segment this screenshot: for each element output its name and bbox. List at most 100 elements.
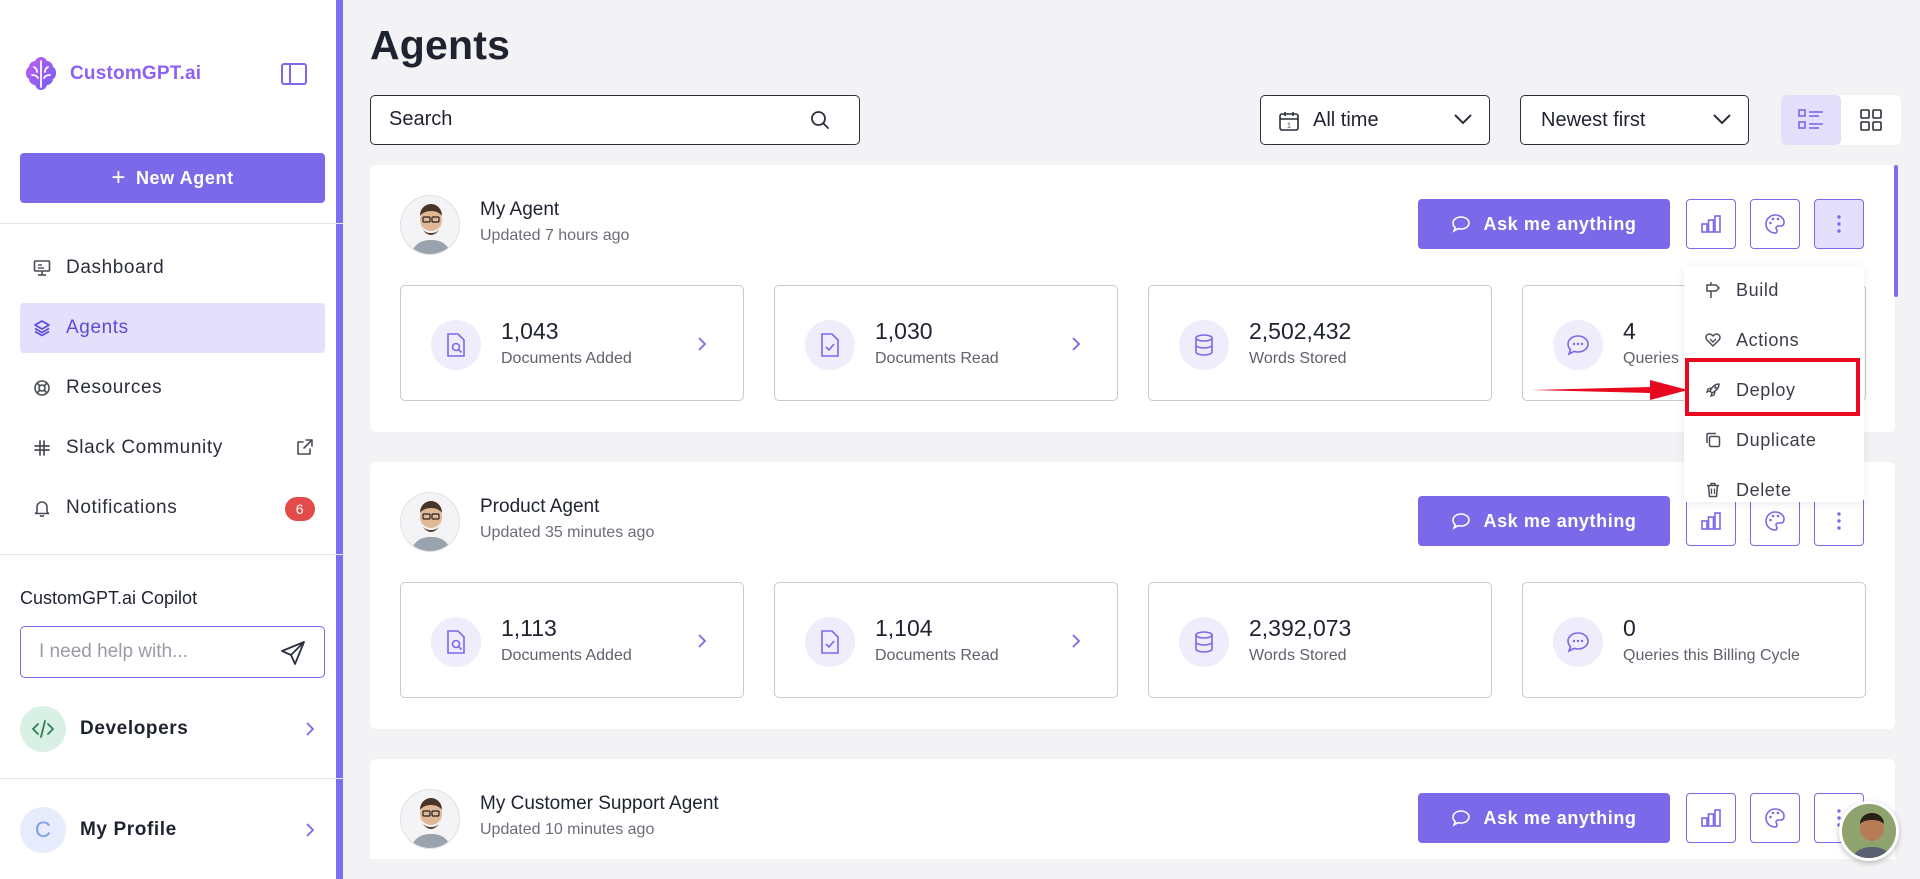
- copilot-input-box: [20, 626, 325, 678]
- stat-documents-added[interactable]: 1,113 Documents Added: [400, 582, 744, 698]
- view-toggle: [1781, 95, 1901, 145]
- menu-item-label: Actions: [1736, 329, 1800, 350]
- developers-label: Developers: [80, 718, 189, 739]
- menu-item-delete[interactable]: Delete: [1684, 465, 1864, 515]
- grid-view-button[interactable]: [1841, 95, 1901, 145]
- chevron-right-icon: [1072, 337, 1081, 351]
- agent-card: My Customer Support Agent Updated 10 min…: [370, 759, 1895, 859]
- stat-value: 1,113: [501, 615, 557, 641]
- red-arrow-annotation: [1532, 380, 1688, 400]
- stat-value: 4: [1623, 318, 1636, 344]
- stat-label: Words Stored: [1249, 350, 1347, 367]
- sort-select[interactable]: Newest first: [1520, 95, 1749, 145]
- my-profile-link[interactable]: C My Profile: [20, 805, 325, 855]
- analytics-button[interactable]: [1686, 199, 1736, 249]
- sidebar-collapse-icon[interactable]: [280, 62, 308, 86]
- stat-words-stored: 2,502,432 Words Stored: [1148, 285, 1492, 401]
- scrollbar[interactable]: [1894, 165, 1898, 297]
- handshake-icon: [1705, 333, 1721, 347]
- design-button[interactable]: [1750, 199, 1800, 249]
- stat-value: 0: [1623, 615, 1636, 641]
- menu-item-duplicate[interactable]: Duplicate: [1684, 415, 1864, 465]
- sidebar-item-label: Resources: [66, 377, 163, 398]
- calendar-icon: 1: [1279, 112, 1299, 131]
- dashboard-icon: [32, 258, 52, 278]
- chat-icon: [1452, 513, 1471, 530]
- analytics-button[interactable]: [1686, 793, 1736, 843]
- stat-label: Documents Added: [501, 647, 632, 664]
- notification-count-badge: 6: [285, 497, 315, 521]
- support-chat-avatar[interactable]: [1839, 801, 1899, 861]
- agent-updated-time: Updated 7 hours ago: [480, 227, 630, 244]
- palette-icon: [1765, 214, 1785, 234]
- lifebuoy-icon: [32, 378, 52, 398]
- menu-item-label: Build: [1736, 279, 1780, 300]
- stat-documents-read[interactable]: 1,104 Documents Read: [774, 582, 1118, 698]
- sidebar-item-resources[interactable]: Resources: [20, 363, 325, 413]
- time-filter-select[interactable]: 1 All time: [1260, 95, 1490, 145]
- sidebar-item-agents[interactable]: Agents: [20, 303, 325, 353]
- divider: [0, 223, 343, 224]
- new-agent-label: New Agent: [135, 167, 234, 188]
- document-search-icon: [431, 320, 481, 370]
- ask-me-anything-button[interactable]: Ask me anything: [1418, 496, 1670, 546]
- grid-view-icon: [1860, 109, 1882, 131]
- stat-label: Documents Read: [875, 647, 999, 664]
- chevron-right-icon: [306, 823, 315, 837]
- copilot-input[interactable]: [39, 627, 279, 676]
- sidebar-item-label: Slack Community: [66, 437, 223, 458]
- stat-label: Words Stored: [1249, 647, 1347, 664]
- agent-updated-time: Updated 10 minutes ago: [480, 821, 655, 838]
- trash-icon: [1707, 482, 1719, 498]
- developers-link[interactable]: Developers: [20, 704, 325, 754]
- chevron-right-icon: [698, 337, 707, 351]
- external-link-icon: [297, 439, 313, 455]
- stat-label: Queries this Billing Cycle: [1623, 647, 1800, 664]
- brain-logo-icon: [26, 57, 56, 90]
- stat-queries: 0 Queries this Billing Cycle: [1522, 582, 1866, 698]
- stat-documents-read[interactable]: 1,030 Documents Read: [774, 285, 1118, 401]
- list-view-icon: [1798, 109, 1823, 129]
- more-options-button[interactable]: [1814, 199, 1864, 249]
- search-icon[interactable]: [809, 109, 831, 131]
- ask-me-anything-button[interactable]: Ask me anything: [1418, 199, 1670, 249]
- chevron-right-icon: [698, 634, 707, 648]
- copy-icon: [1706, 432, 1721, 448]
- time-filter-value: All time: [1313, 108, 1379, 131]
- slack-icon: [32, 438, 52, 458]
- chevron-right-icon: [306, 722, 315, 736]
- copilot-title: CustomGPT.ai Copilot: [20, 588, 198, 608]
- bell-icon: [32, 498, 52, 518]
- highlight-box: [1685, 358, 1860, 416]
- agent-name[interactable]: My Customer Support Agent: [480, 793, 719, 815]
- sidebar-item-dashboard[interactable]: Dashboard: [20, 243, 325, 293]
- ask-me-anything-button[interactable]: Ask me anything: [1418, 793, 1670, 843]
- message-icon: [1553, 320, 1603, 370]
- list-view-button[interactable]: [1781, 95, 1841, 145]
- vertical-dots-icon: [1837, 215, 1841, 233]
- layers-icon: [32, 318, 52, 338]
- menu-item-label: Duplicate: [1736, 429, 1817, 450]
- agent-card: Product Agent Updated 35 minutes ago Ask…: [370, 462, 1895, 729]
- chevron-down-icon: [1454, 114, 1472, 125]
- new-agent-button[interactable]: + New Agent: [20, 153, 325, 203]
- build-icon: [1706, 282, 1721, 298]
- sidebar-item-label: Agents: [66, 317, 129, 338]
- sidebar-item-slack-community[interactable]: Slack Community: [20, 423, 325, 473]
- menu-item-label: Delete: [1736, 479, 1792, 500]
- agent-avatar: [400, 789, 460, 849]
- send-icon[interactable]: [280, 640, 306, 666]
- plus-icon: +: [111, 164, 126, 191]
- agent-avatar: [400, 492, 460, 552]
- menu-item-build[interactable]: Build: [1684, 265, 1864, 315]
- svg-text:1: 1: [1287, 123, 1291, 130]
- agent-name[interactable]: My Agent: [480, 199, 559, 221]
- page-title: Agents: [370, 22, 511, 68]
- search-input[interactable]: [389, 96, 789, 143]
- stat-value: 2,502,432: [1249, 318, 1352, 344]
- agent-name[interactable]: Product Agent: [480, 496, 599, 518]
- stat-documents-added[interactable]: 1,043 Documents Added: [400, 285, 744, 401]
- sidebar-item-notifications[interactable]: Notifications 6: [20, 483, 325, 533]
- brand[interactable]: CustomGPT.ai: [20, 52, 201, 96]
- design-button[interactable]: [1750, 793, 1800, 843]
